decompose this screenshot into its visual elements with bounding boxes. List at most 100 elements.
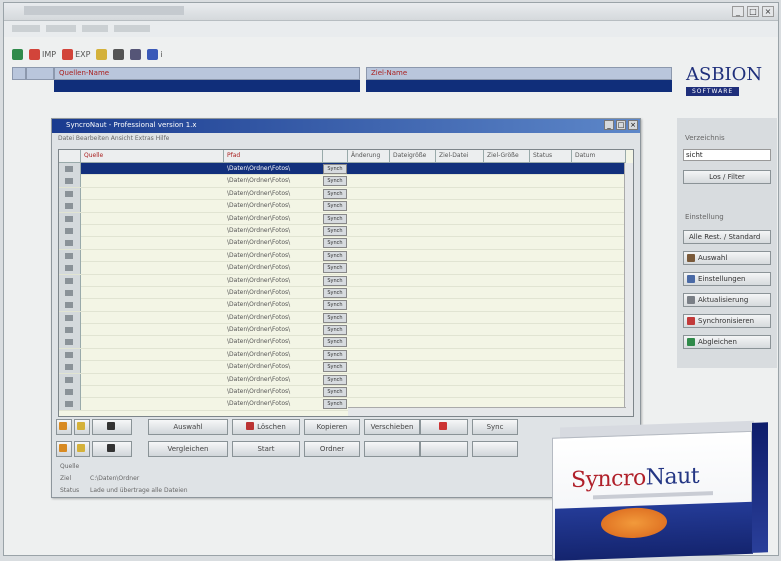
table-row[interactable]: \Daten\Ordner\Fotos\ Synch <box>59 348 633 362</box>
sync-button[interactable] <box>420 419 468 435</box>
start-button[interactable]: Start <box>232 441 300 457</box>
table-row[interactable]: \Daten\Ordner\Fotos\ Synch <box>59 311 633 325</box>
dialog-menu-bar[interactable]: Datei Bearbeiten Ansicht Extras Hilfe <box>52 133 640 144</box>
delete-button[interactable]: Löschen <box>232 419 300 435</box>
row-sync-button[interactable]: Synch <box>323 201 347 212</box>
select-button[interactable]: Auswahl <box>148 419 228 435</box>
row-sync-button[interactable]: Synch <box>323 362 347 373</box>
horizontal-scrollbar[interactable] <box>348 407 626 416</box>
toolbar-button-new[interactable] <box>12 48 23 60</box>
menu-item-4[interactable] <box>114 25 150 32</box>
menu-item-1[interactable] <box>12 25 40 32</box>
dialog-close-button[interactable]: × <box>628 120 638 130</box>
row-selector[interactable] <box>59 212 81 225</box>
table-row[interactable]: \Daten\Ordner\Fotos\ Synch <box>59 163 633 176</box>
toolbar-button-info[interactable]: i <box>147 48 163 60</box>
reset-standard-button[interactable]: Alle Rest. / Standard <box>683 230 771 244</box>
refresh-button[interactable]: Aktualisierung <box>683 293 771 307</box>
row-selector[interactable] <box>59 249 81 262</box>
column-header-action[interactable] <box>323 150 348 163</box>
row-selector[interactable] <box>59 361 81 374</box>
dialog-maximize-button[interactable]: □ <box>616 120 626 130</box>
row-sync-button[interactable]: Synch <box>323 164 347 174</box>
toolbar-button-export[interactable]: EXP <box>62 48 90 60</box>
table-row[interactable]: \Daten\Ordner\Fotos\ Synch <box>59 175 633 188</box>
directory-input[interactable]: sicht <box>683 149 771 161</box>
target-selection-bar[interactable] <box>366 80 672 92</box>
table-row[interactable]: \Daten\Ordner\Fotos\ Synch <box>59 361 633 374</box>
row-sync-button[interactable]: Synch <box>323 337 347 348</box>
copy-button[interactable]: Kopieren <box>304 419 360 435</box>
dialog-minimize-button[interactable]: _ <box>604 120 614 130</box>
minimize-button[interactable]: _ <box>732 6 744 17</box>
table-row[interactable]: \Daten\Ordner\Fotos\ Synch <box>59 286 633 300</box>
row-sync-button[interactable]: Synch <box>323 312 347 323</box>
header-target-name[interactable]: Ziel-Name <box>366 67 672 80</box>
table-row[interactable]: \Daten\Ordner\Fotos\ Synch <box>59 299 633 312</box>
row-selector[interactable] <box>59 262 81 275</box>
table-row[interactable]: \Daten\Ordner\Fotos\ Synch <box>59 200 633 213</box>
folder-button-2[interactable] <box>74 441 90 457</box>
row-sync-button[interactable]: Synch <box>323 374 347 385</box>
row-sync-button[interactable]: Synch <box>323 263 347 274</box>
extra-button[interactable]: Sync <box>472 419 518 435</box>
filter-button[interactable]: Los / Filter <box>683 170 771 184</box>
row-sync-button[interactable]: Synch <box>323 213 347 224</box>
settings-button[interactable]: Einstellungen <box>683 272 771 286</box>
compare-files-button[interactable]: Vergleichen <box>148 441 228 457</box>
column-header-date[interactable]: Datum <box>572 150 626 163</box>
row-sync-button[interactable]: Synch <box>323 300 347 311</box>
menu-item-3[interactable] <box>82 25 108 32</box>
row-selector[interactable] <box>59 324 81 337</box>
row-selector[interactable] <box>59 163 81 175</box>
move-button[interactable]: Verschieben <box>364 419 420 435</box>
row-selector[interactable] <box>59 311 81 324</box>
column-header-change[interactable]: Änderung <box>348 150 390 163</box>
row-selector[interactable] <box>59 348 81 361</box>
source-selection-bar[interactable] <box>54 80 360 92</box>
row-sync-button[interactable]: Synch <box>323 238 347 249</box>
row-selector[interactable] <box>59 200 81 213</box>
row-selector[interactable] <box>59 398 81 411</box>
table-row[interactable]: \Daten\Ordner\Fotos\ Synch <box>59 373 633 387</box>
blank-button-1[interactable] <box>364 441 420 457</box>
toolbar-button-print[interactable] <box>113 48 125 60</box>
table-row[interactable]: \Daten\Ordner\Fotos\ Synch <box>59 187 633 201</box>
table-row[interactable]: \Daten\Ordner\Fotos\ Synch <box>59 324 633 337</box>
maximize-button[interactable]: □ <box>747 6 759 17</box>
table-row[interactable]: \Daten\Ordner\Fotos\ Synch <box>59 224 633 238</box>
table-row[interactable]: \Daten\Ordner\Fotos\ Synch <box>59 249 633 263</box>
row-selector[interactable] <box>59 286 81 299</box>
column-header-path[interactable]: Pfad <box>224 150 323 163</box>
selection-button[interactable]: Auswahl <box>683 251 771 265</box>
row-selector[interactable] <box>59 299 81 312</box>
row-selector[interactable] <box>59 386 81 399</box>
menu-item-2[interactable] <box>46 25 76 32</box>
table-row[interactable]: \Daten\Ordner\Fotos\ Synch <box>59 336 633 349</box>
row-sync-button[interactable]: Synch <box>323 176 347 187</box>
find-button[interactable] <box>92 441 132 457</box>
row-selector[interactable] <box>59 237 81 250</box>
row-selector[interactable] <box>59 187 81 200</box>
row-sync-button[interactable]: Synch <box>323 399 347 410</box>
search-button[interactable] <box>92 419 132 435</box>
table-row[interactable]: \Daten\Ordner\Fotos\ Synch <box>59 386 633 399</box>
vertical-scrollbar[interactable] <box>624 163 633 416</box>
column-header-target-size[interactable]: Ziel-Größe <box>484 150 530 163</box>
synchronize-button[interactable]: Synchronisieren <box>683 314 771 328</box>
row-sync-button[interactable]: Synch <box>323 287 347 298</box>
row-sync-button[interactable]: Synch <box>323 250 347 261</box>
blank-button-3[interactable] <box>472 441 518 457</box>
row-sync-button[interactable]: Synch <box>323 225 347 236</box>
column-header-size[interactable]: Dateigröße <box>390 150 436 163</box>
table-row[interactable]: \Daten\Ordner\Fotos\ Synch <box>59 237 633 250</box>
toolbar-button-folder[interactable] <box>96 48 108 60</box>
open-folder-button[interactable]: Ordner <box>304 441 360 457</box>
column-header-target-file[interactable]: Ziel-Datei <box>436 150 484 163</box>
row-sync-button[interactable]: Synch <box>323 387 347 398</box>
compare-button[interactable]: Abgleichen <box>683 335 771 349</box>
row-selector[interactable] <box>59 373 81 386</box>
folder-button[interactable] <box>74 419 90 435</box>
row-sync-button[interactable]: Synch <box>323 349 347 360</box>
column-header-source[interactable]: Quelle <box>81 150 224 163</box>
